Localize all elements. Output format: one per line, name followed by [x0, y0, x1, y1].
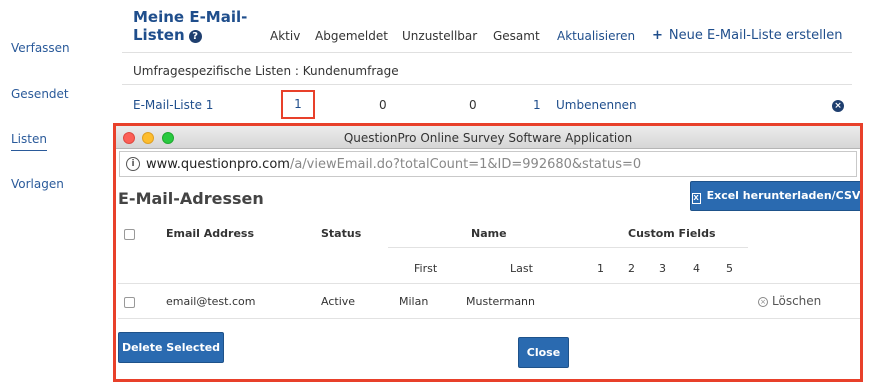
- delete-list-icon[interactable]: ×: [832, 100, 844, 112]
- th-custom-5: 5: [726, 262, 733, 275]
- window-titlebar: QuestionPro Online Survey Software Appli…: [116, 126, 860, 149]
- sidebar-item-vorlagen[interactable]: Vorlagen: [11, 177, 64, 191]
- rename-link[interactable]: Umbenennen: [556, 98, 637, 112]
- th-status: Status: [321, 227, 362, 240]
- th-custom-4: 4: [693, 262, 700, 275]
- delete-selected-button[interactable]: Delete Selected: [118, 332, 224, 363]
- select-all-checkbox[interactable]: [124, 229, 135, 240]
- divider: [122, 84, 852, 85]
- cell-status: Active: [321, 295, 356, 308]
- delete-row-button[interactable]: × Löschen: [758, 294, 821, 308]
- popup-window: QuestionPro Online Survey Software Appli…: [113, 123, 863, 382]
- delete-row-label: Löschen: [772, 294, 822, 308]
- url-domain: www.questionpro.com: [146, 157, 290, 172]
- excel-download-button[interactable]: X Excel herunterladen/CSV: [690, 181, 861, 211]
- sidebar-item-gesendet[interactable]: Gesendet: [11, 87, 69, 101]
- excel-download-label: Excel herunterladen/CSV: [706, 189, 861, 202]
- cell-first-name: Milan: [399, 295, 429, 308]
- th-last: Last: [510, 262, 533, 275]
- info-icon[interactable]: i: [126, 157, 140, 171]
- sidebar-item-verfassen[interactable]: Verfassen: [11, 41, 70, 55]
- column-header-gesamt: Gesamt: [493, 29, 540, 43]
- page-title: Meine E-Mail-Listen?: [133, 8, 253, 44]
- delete-circle-icon: ×: [758, 297, 768, 307]
- header-divider: [388, 247, 748, 248]
- column-header-aktiv: Aktiv: [270, 29, 301, 43]
- unzustellbar-count: 0: [469, 98, 477, 112]
- column-header-aktualisieren[interactable]: Aktualisieren: [557, 29, 635, 43]
- column-header-abgemeldet: Abgemeldet: [315, 29, 388, 43]
- cell-last-name: Mustermann: [466, 295, 536, 308]
- new-list-label: Neue E-Mail-Liste erstellen: [668, 28, 843, 43]
- th-first: First: [414, 262, 438, 275]
- plus-icon: +: [652, 28, 663, 43]
- close-button[interactable]: Close: [518, 337, 569, 368]
- url-text: www.questionpro.com/a/viewEmail.do?total…: [146, 157, 641, 172]
- th-custom-1: 1: [597, 262, 604, 275]
- help-icon[interactable]: ?: [188, 30, 202, 43]
- address-bar[interactable]: i www.questionpro.com/a/viewEmail.do?tot…: [119, 151, 857, 177]
- th-custom-fields: Custom Fields: [628, 227, 716, 240]
- divider: [122, 52, 852, 53]
- row-divider: [118, 283, 860, 284]
- row-divider: [118, 318, 860, 319]
- row-checkbox[interactable]: [124, 297, 135, 308]
- sidebar-item-listen[interactable]: Listen: [11, 132, 47, 151]
- aktiv-count-highlighted[interactable]: 1: [281, 90, 315, 119]
- abgemeldet-count: 0: [379, 98, 387, 112]
- url-path: /a/viewEmail.do?totalCount=1&ID=992680&s…: [289, 157, 642, 172]
- th-email-address: Email Address: [166, 227, 255, 240]
- list-name-link[interactable]: E-Mail-Liste 1: [133, 98, 213, 112]
- section-label: Umfragespezifische Listen : Kundenumfrag…: [133, 64, 399, 78]
- th-custom-3: 3: [659, 262, 666, 275]
- popup-heading: E-Mail-Adressen: [118, 189, 264, 208]
- gesamt-count[interactable]: 1: [533, 98, 541, 112]
- th-custom-2: 2: [628, 262, 635, 275]
- column-header-unzustellbar: Unzustellbar: [402, 29, 478, 43]
- window-title: QuestionPro Online Survey Software Appli…: [343, 131, 633, 145]
- sidebar: Verfassen Gesendet Listen Vorlagen: [0, 0, 100, 390]
- new-list-button[interactable]: + Neue E-Mail-Liste erstellen: [652, 28, 843, 43]
- th-name: Name: [471, 227, 507, 240]
- excel-file-icon: X: [691, 193, 701, 204]
- cell-email: email@test.com: [166, 295, 256, 308]
